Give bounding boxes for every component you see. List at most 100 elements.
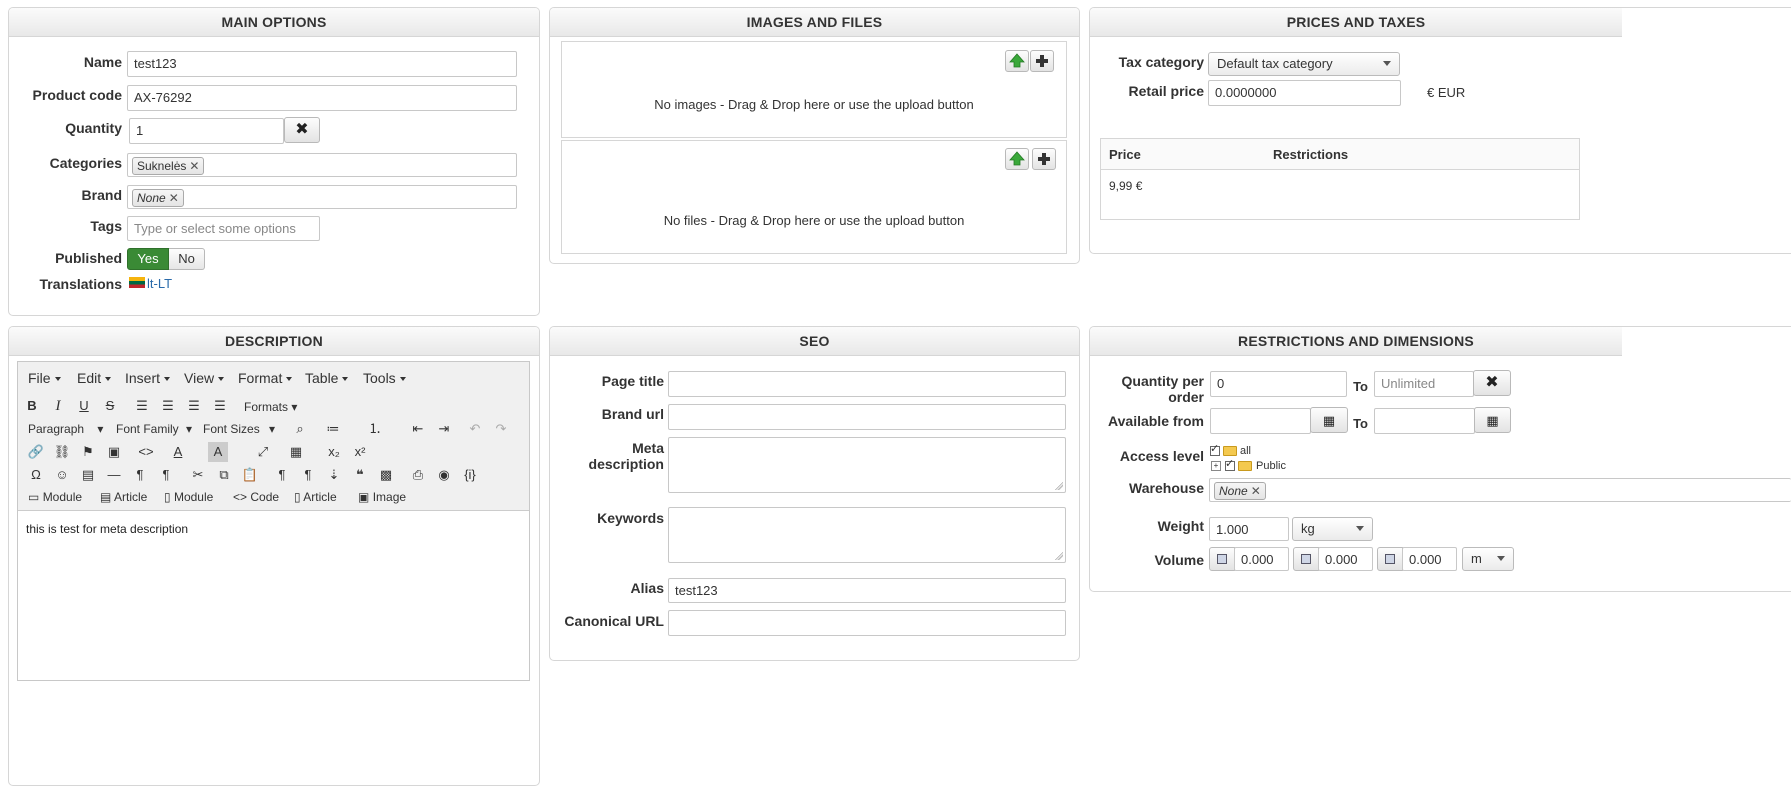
- cut-icon[interactable]: ✂: [188, 465, 208, 485]
- fullscreen-icon[interactable]: ⤢: [253, 442, 273, 462]
- font-family-dropdown[interactable]: Font Family ▾: [116, 422, 192, 436]
- strikethrough-icon[interactable]: S: [100, 396, 120, 416]
- meta-description-textarea[interactable]: [668, 437, 1066, 493]
- code-braces-icon[interactable]: {i}: [460, 465, 480, 485]
- retail-price-input[interactable]: 0.0000000: [1208, 80, 1401, 106]
- bookmark-icon[interactable]: ⚑: [78, 442, 98, 462]
- menu-tools[interactable]: Tools: [363, 370, 406, 386]
- volume-height-input[interactable]: 0.000: [1402, 547, 1457, 571]
- volume-length-input[interactable]: 0.000: [1234, 547, 1289, 571]
- align-left-icon[interactable]: ☰: [132, 396, 152, 416]
- underline-icon[interactable]: U: [74, 396, 94, 416]
- remove-icon[interactable]: ✕: [1251, 484, 1261, 498]
- numbered-list-icon[interactable]: ⒈: [365, 419, 385, 439]
- qty-from-input[interactable]: 0: [1210, 371, 1347, 397]
- quantity-input[interactable]: 1: [129, 118, 284, 144]
- brand-input[interactable]: None ✕: [127, 185, 517, 209]
- background-color-icon[interactable]: A: [208, 442, 228, 462]
- canonical-url-input[interactable]: [668, 610, 1066, 636]
- copy-icon[interactable]: ⧉: [214, 465, 234, 485]
- rtl-icon[interactable]: ¶: [156, 465, 176, 485]
- resize-handle[interactable]: [1055, 482, 1063, 490]
- available-to-input[interactable]: [1374, 408, 1475, 434]
- visual-blocks-icon[interactable]: ▩: [376, 465, 396, 485]
- add-article-button[interactable]: ▯ Article: [294, 490, 337, 504]
- images-upload-button[interactable]: [1005, 50, 1029, 72]
- brand-chip[interactable]: None ✕: [132, 189, 184, 207]
- menu-view[interactable]: View: [184, 370, 225, 386]
- add-module-button[interactable]: ▯ Module: [164, 490, 213, 504]
- quantity-clear-button[interactable]: ✖: [284, 117, 320, 143]
- alias-input[interactable]: test123: [668, 578, 1066, 603]
- translation-link[interactable]: lt-LT: [147, 276, 172, 291]
- find-icon[interactable]: ⌕: [290, 419, 310, 439]
- tax-category-select[interactable]: Default tax category: [1208, 52, 1400, 76]
- paste-icon[interactable]: 📋: [240, 465, 260, 485]
- published-yes-button[interactable]: Yes: [127, 248, 169, 270]
- print-icon[interactable]: ⎙: [408, 465, 428, 485]
- emoticons-icon[interactable]: ☺: [52, 465, 72, 485]
- resize-handle[interactable]: [1055, 552, 1063, 560]
- keywords-textarea[interactable]: [668, 507, 1066, 563]
- name-input[interactable]: test123: [127, 51, 517, 77]
- images-dropzone[interactable]: No images - Drag & Drop here or use the …: [561, 41, 1067, 138]
- subscript-icon[interactable]: x₂: [324, 442, 344, 462]
- volume-unit-select[interactable]: m: [1462, 547, 1514, 571]
- brand-url-input[interactable]: [668, 404, 1066, 430]
- unlink-icon[interactable]: ⛓: [52, 442, 72, 462]
- rtl-paragraph-icon[interactable]: ¶: [298, 465, 318, 485]
- insert-module-button[interactable]: ▭ Module: [28, 490, 82, 504]
- font-sizes-dropdown[interactable]: Font Sizes ▾: [203, 422, 275, 436]
- preview-icon[interactable]: ◉: [434, 465, 454, 485]
- insert-image-button[interactable]: ▣ Image: [358, 490, 406, 504]
- available-to-calendar-button[interactable]: ▦: [1474, 407, 1511, 433]
- volume-width-input[interactable]: 0.000: [1318, 547, 1373, 571]
- special-character-icon[interactable]: Ω: [26, 465, 46, 485]
- horizontal-rule-icon[interactable]: —: [104, 465, 124, 485]
- tags-input[interactable]: Type or select some options: [127, 216, 320, 241]
- remove-icon[interactable]: ✕: [189, 159, 199, 173]
- align-justify-icon[interactable]: ☰: [210, 396, 230, 416]
- files-dropzone[interactable]: No files - Drag & Drop here or use the u…: [561, 140, 1067, 254]
- link-icon[interactable]: 🔗: [26, 442, 46, 462]
- weight-unit-select[interactable]: kg: [1292, 517, 1373, 541]
- menu-edit[interactable]: Edit: [77, 370, 112, 386]
- qty-to-input[interactable]: Unlimited: [1374, 371, 1474, 397]
- table-icon[interactable]: ▦: [286, 442, 306, 462]
- price-row[interactable]: 9,99 €: [1109, 179, 1142, 193]
- volume-length-button[interactable]: [1209, 547, 1235, 571]
- bullet-list-icon[interactable]: ≔: [323, 419, 343, 439]
- menu-format[interactable]: Format: [238, 370, 293, 386]
- volume-height-button[interactable]: [1377, 547, 1403, 571]
- images-add-button[interactable]: [1030, 50, 1054, 72]
- paragraph-dropdown[interactable]: Paragraph ▾: [28, 422, 103, 436]
- indent-icon[interactable]: ⇥: [434, 419, 454, 439]
- bold-icon[interactable]: B: [22, 396, 42, 416]
- pilcrow-icon[interactable]: ¶: [130, 465, 150, 485]
- editor-content[interactable]: this is test for meta description: [26, 522, 188, 536]
- volume-width-button[interactable]: [1293, 547, 1319, 571]
- warehouse-input[interactable]: None ✕: [1209, 478, 1791, 502]
- source-code-icon[interactable]: <>: [136, 442, 156, 462]
- italic-icon[interactable]: I: [48, 396, 68, 416]
- outdent-icon[interactable]: ⇤: [408, 419, 428, 439]
- files-add-button[interactable]: [1032, 148, 1056, 170]
- redo-icon[interactable]: ↷: [491, 419, 511, 439]
- expand-icon[interactable]: +: [1211, 461, 1221, 471]
- image-icon[interactable]: ▣: [104, 442, 124, 462]
- menu-file[interactable]: File: [28, 370, 61, 386]
- code-button[interactable]: <> Code: [233, 490, 279, 504]
- media-icon[interactable]: ▤: [78, 465, 98, 485]
- align-center-icon[interactable]: ☰: [158, 396, 178, 416]
- align-right-icon[interactable]: ☰: [184, 396, 204, 416]
- warehouse-chip[interactable]: None ✕: [1214, 482, 1266, 500]
- menu-table[interactable]: Table: [305, 370, 349, 386]
- available-from-calendar-button[interactable]: ▦: [1310, 407, 1348, 433]
- superscript-icon[interactable]: x²: [350, 442, 370, 462]
- text-color-icon[interactable]: A: [168, 442, 188, 462]
- blockquote-icon[interactable]: ❝: [350, 465, 370, 485]
- product-code-input[interactable]: AX-76292: [127, 85, 517, 111]
- categories-input[interactable]: Suknelės ✕: [127, 153, 517, 177]
- insert-article-button[interactable]: ▤ Article: [100, 490, 147, 504]
- files-upload-button[interactable]: [1005, 148, 1029, 170]
